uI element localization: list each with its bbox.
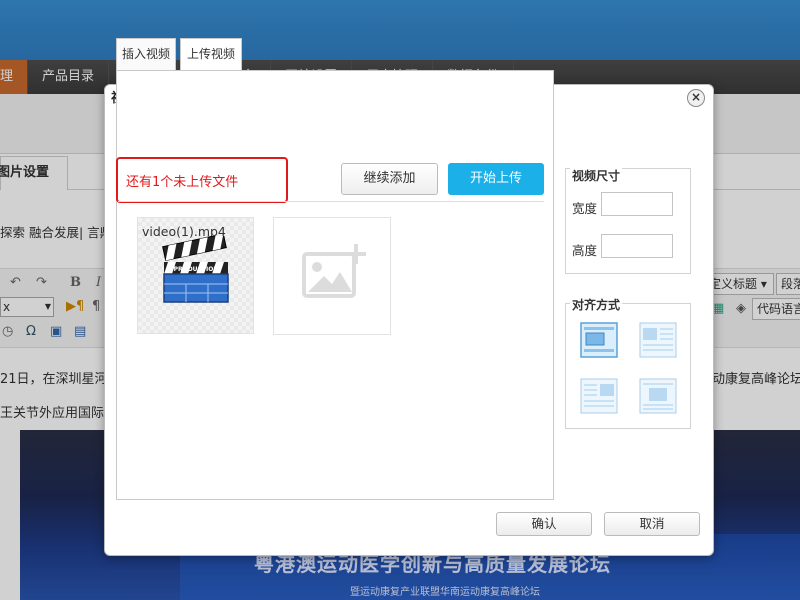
tab-insert-video[interactable]: 插入视频 <box>116 38 176 70</box>
align-center-icon[interactable] <box>639 378 677 414</box>
add-image-icon <box>302 244 366 298</box>
height-input[interactable] <box>601 234 673 258</box>
svg-text:PRODUCTION: PRODUCTION <box>174 266 219 273</box>
align-right-icon[interactable] <box>580 378 618 414</box>
start-upload-button[interactable]: 开始上传 <box>448 163 544 195</box>
divider <box>118 201 544 202</box>
video-size-title: 视频尺寸 <box>570 167 623 184</box>
cancel-button[interactable]: 取消 <box>604 512 700 536</box>
align-left-icon[interactable] <box>639 322 677 358</box>
align-none-icon[interactable] <box>580 322 618 358</box>
tab-upload-video[interactable]: 上传视频 <box>180 38 242 70</box>
width-label: 宽度 <box>572 201 598 216</box>
add-more-button[interactable]: 继续添加 <box>341 163 438 195</box>
height-label: 高度 <box>572 243 598 258</box>
close-icon[interactable]: × <box>687 89 705 107</box>
confirm-button[interactable]: 确认 <box>496 512 592 536</box>
width-input[interactable] <box>601 192 673 216</box>
clapperboard-icon: PRODUCTION <box>162 236 229 303</box>
align-title: 对齐方式 <box>570 296 623 313</box>
upload-status-text: 还有1个未上传文件 <box>126 175 239 190</box>
